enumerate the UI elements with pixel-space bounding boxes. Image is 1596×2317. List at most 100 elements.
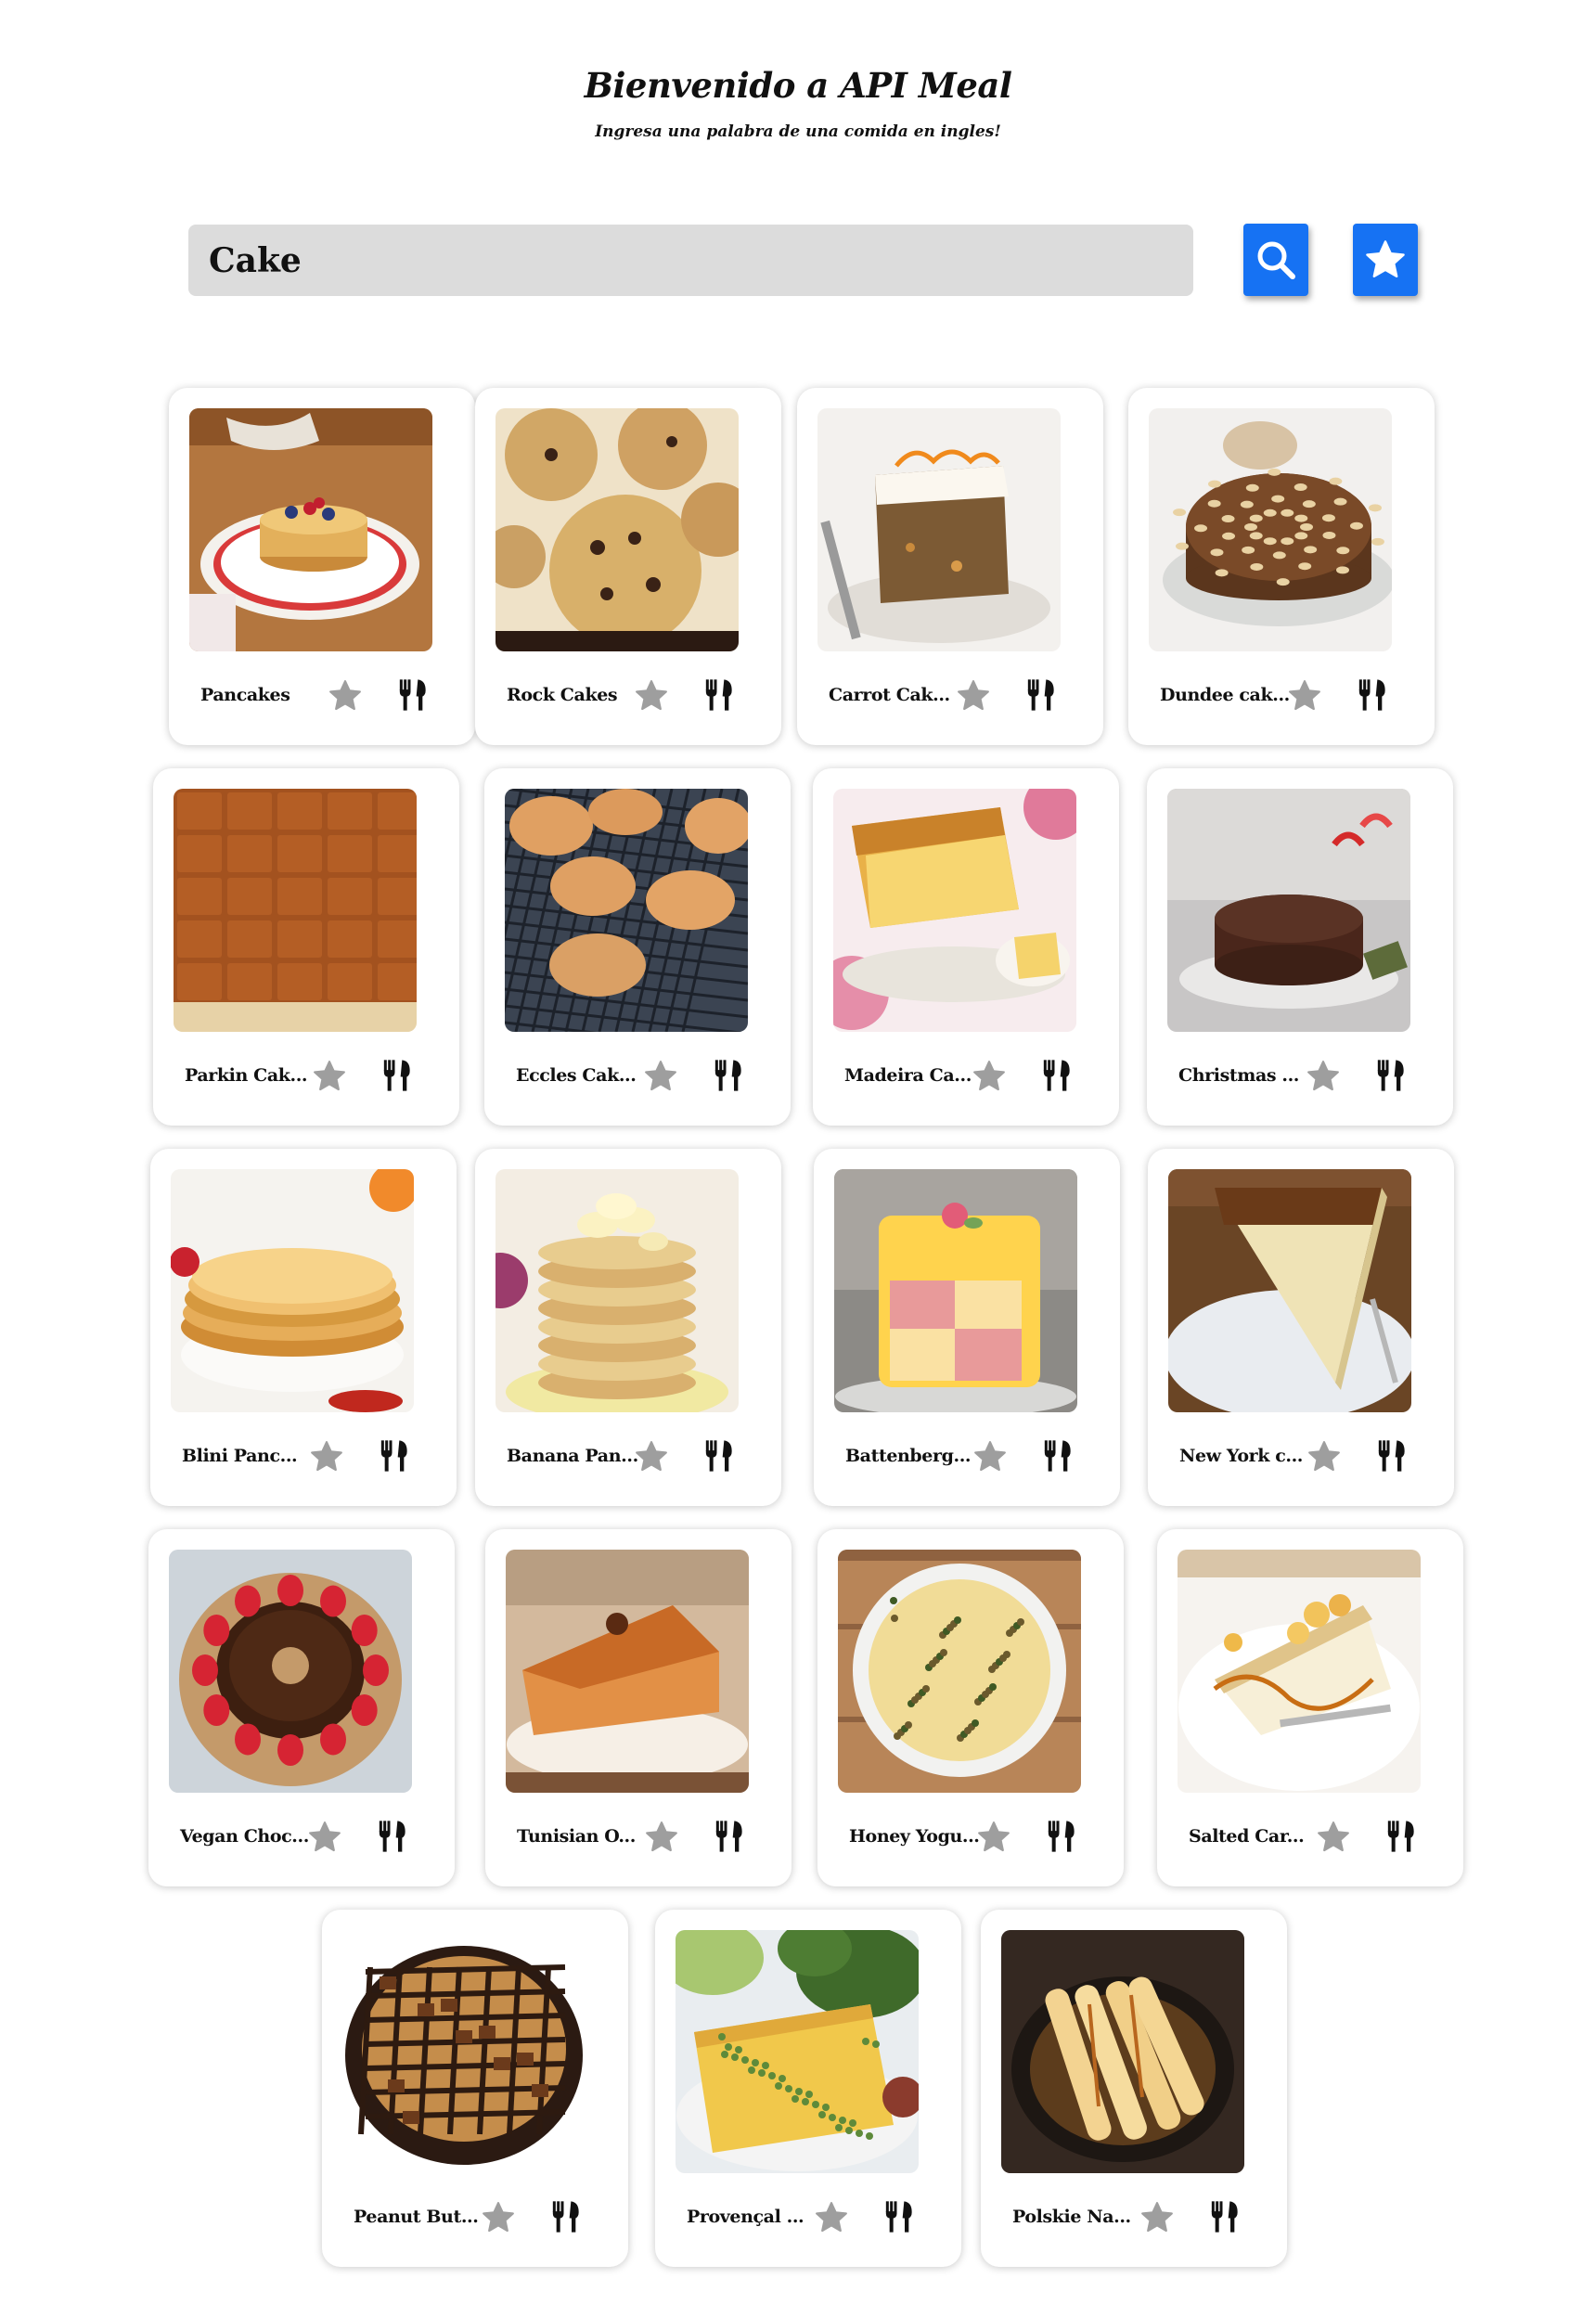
favorite-star-icon[interactable] xyxy=(813,2199,850,2236)
meal-image xyxy=(817,408,1061,651)
favorite-star-icon[interactable] xyxy=(1286,677,1323,714)
meal-image xyxy=(189,408,432,651)
meal-image xyxy=(169,1550,412,1793)
fork-knife-icon[interactable] xyxy=(1038,1057,1075,1094)
fork-knife-icon[interactable] xyxy=(394,676,431,714)
meal-card[interactable]: New York c... xyxy=(1148,1149,1454,1506)
meal-name: Rock Cakes xyxy=(507,685,618,705)
favorite-star-icon[interactable] xyxy=(955,677,992,714)
fork-knife-icon[interactable] xyxy=(1372,1057,1409,1094)
favorite-star-icon[interactable] xyxy=(975,1819,1012,1856)
favorite-star-icon[interactable] xyxy=(311,1058,348,1095)
meal-name: Tunisian O... xyxy=(517,1826,636,1847)
meal-name: Polskie Na... xyxy=(1012,2207,1131,2227)
fork-knife-icon[interactable] xyxy=(1206,2198,1243,2235)
favorite-star-icon[interactable] xyxy=(633,677,670,714)
favorite-star-icon[interactable] xyxy=(1305,1058,1342,1095)
fork-knife-icon[interactable] xyxy=(1043,1818,1080,1855)
favorite-star-icon[interactable] xyxy=(972,1438,1009,1475)
meal-name: Honey Yogu... xyxy=(849,1826,980,1847)
fork-knife-icon[interactable] xyxy=(1383,1818,1420,1855)
fork-knife-icon[interactable] xyxy=(1354,676,1391,714)
meal-card[interactable]: Parkin Cak... xyxy=(153,768,459,1126)
meal-name: Dundee cak... xyxy=(1160,685,1290,705)
meal-image xyxy=(506,1550,749,1793)
meal-card[interactable]: Vegan Choc... xyxy=(148,1529,455,1886)
meal-card[interactable]: Carrot Cak... xyxy=(797,388,1103,745)
meal-card[interactable]: Banana Pan... xyxy=(475,1149,781,1506)
meal-name: Salted Car... xyxy=(1189,1826,1305,1847)
meal-image xyxy=(1178,1550,1421,1793)
page-title: Bienvenido a API Meal xyxy=(584,65,1012,106)
meal-image xyxy=(505,789,748,1032)
meal-name: Vegan Choc... xyxy=(180,1826,309,1847)
fork-knife-icon[interactable] xyxy=(1023,676,1060,714)
meal-name: Banana Pan... xyxy=(507,1446,638,1466)
fork-knife-icon[interactable] xyxy=(547,2198,585,2235)
meal-name: Eccles Cak... xyxy=(516,1065,637,1086)
meal-image xyxy=(676,1930,919,2173)
fork-knife-icon[interactable] xyxy=(376,1437,413,1474)
meal-card[interactable]: Honey Yogu... xyxy=(817,1529,1124,1886)
meal-image xyxy=(174,789,417,1032)
meal-image xyxy=(496,408,739,651)
favorite-star-icon[interactable] xyxy=(971,1058,1008,1095)
meal-card[interactable]: Battenberg... xyxy=(814,1149,1120,1506)
meal-name: Pancakes xyxy=(200,685,290,705)
meal-card[interactable]: Pancakes xyxy=(169,388,475,745)
fork-knife-icon[interactable] xyxy=(1373,1437,1410,1474)
fork-knife-icon[interactable] xyxy=(374,1818,411,1855)
meal-card[interactable]: Peanut But... xyxy=(322,1910,628,2267)
meal-image xyxy=(342,1930,586,2173)
meal-card[interactable]: Polskie Na... xyxy=(981,1910,1287,2267)
meal-name: Christmas ... xyxy=(1178,1065,1300,1086)
meal-card[interactable]: Dundee cak... xyxy=(1128,388,1435,745)
favorite-star-icon[interactable] xyxy=(1139,2199,1176,2236)
meal-name: Peanut But... xyxy=(354,2207,479,2227)
fork-knife-icon[interactable] xyxy=(701,1437,738,1474)
favorites-button[interactable] xyxy=(1353,224,1418,296)
fork-knife-icon[interactable] xyxy=(710,1057,747,1094)
favorite-star-icon[interactable] xyxy=(1306,1438,1343,1475)
meal-name: Parkin Cak... xyxy=(185,1065,308,1086)
search-button[interactable] xyxy=(1243,224,1308,296)
meal-card[interactable]: Christmas ... xyxy=(1147,768,1453,1126)
meal-image xyxy=(1149,408,1392,651)
fork-knife-icon[interactable] xyxy=(711,1818,748,1855)
meal-name: Battenberg... xyxy=(845,1446,972,1466)
favorite-star-icon[interactable] xyxy=(308,1438,345,1475)
meal-card[interactable]: Eccles Cak... xyxy=(484,768,791,1126)
star-icon xyxy=(1366,240,1405,277)
meal-image xyxy=(496,1169,739,1412)
fork-knife-icon[interactable] xyxy=(1039,1437,1076,1474)
meal-name: Madeira Ca... xyxy=(844,1065,972,1086)
meal-name: Provençal ... xyxy=(687,2207,804,2227)
fork-knife-icon[interactable] xyxy=(701,676,738,714)
meal-card[interactable]: Madeira Ca... xyxy=(813,768,1119,1126)
meal-card[interactable]: Provençal ... xyxy=(655,1910,961,2267)
meal-card[interactable]: Blini Panc... xyxy=(150,1149,457,1506)
meal-image xyxy=(1001,1930,1244,2173)
meal-card[interactable]: Tunisian O... xyxy=(485,1529,792,1886)
favorite-star-icon[interactable] xyxy=(643,1819,680,1856)
meal-image xyxy=(171,1169,414,1412)
fork-knife-icon[interactable] xyxy=(881,2198,918,2235)
favorite-star-icon[interactable] xyxy=(1315,1819,1352,1856)
meal-name: Blini Panc... xyxy=(182,1446,298,1466)
favorite-star-icon[interactable] xyxy=(480,2199,517,2236)
favorite-star-icon[interactable] xyxy=(633,1438,670,1475)
meal-image xyxy=(838,1550,1081,1793)
meal-image xyxy=(834,1169,1077,1412)
meal-image xyxy=(1167,789,1410,1032)
page: Bienvenido a API Meal Ingresa una palabr… xyxy=(0,0,1596,2317)
favorite-star-icon[interactable] xyxy=(642,1058,679,1095)
fork-knife-icon[interactable] xyxy=(379,1057,416,1094)
meal-card[interactable]: Rock Cakes xyxy=(475,388,781,745)
page-subtitle: Ingresa una palabra de una comida en ing… xyxy=(595,122,1001,141)
meal-name: New York c... xyxy=(1179,1446,1304,1466)
favorite-star-icon[interactable] xyxy=(327,677,364,714)
search-input[interactable] xyxy=(188,225,1193,296)
meal-image xyxy=(1168,1169,1411,1412)
favorite-star-icon[interactable] xyxy=(306,1819,343,1856)
meal-card[interactable]: Salted Car... xyxy=(1157,1529,1463,1886)
